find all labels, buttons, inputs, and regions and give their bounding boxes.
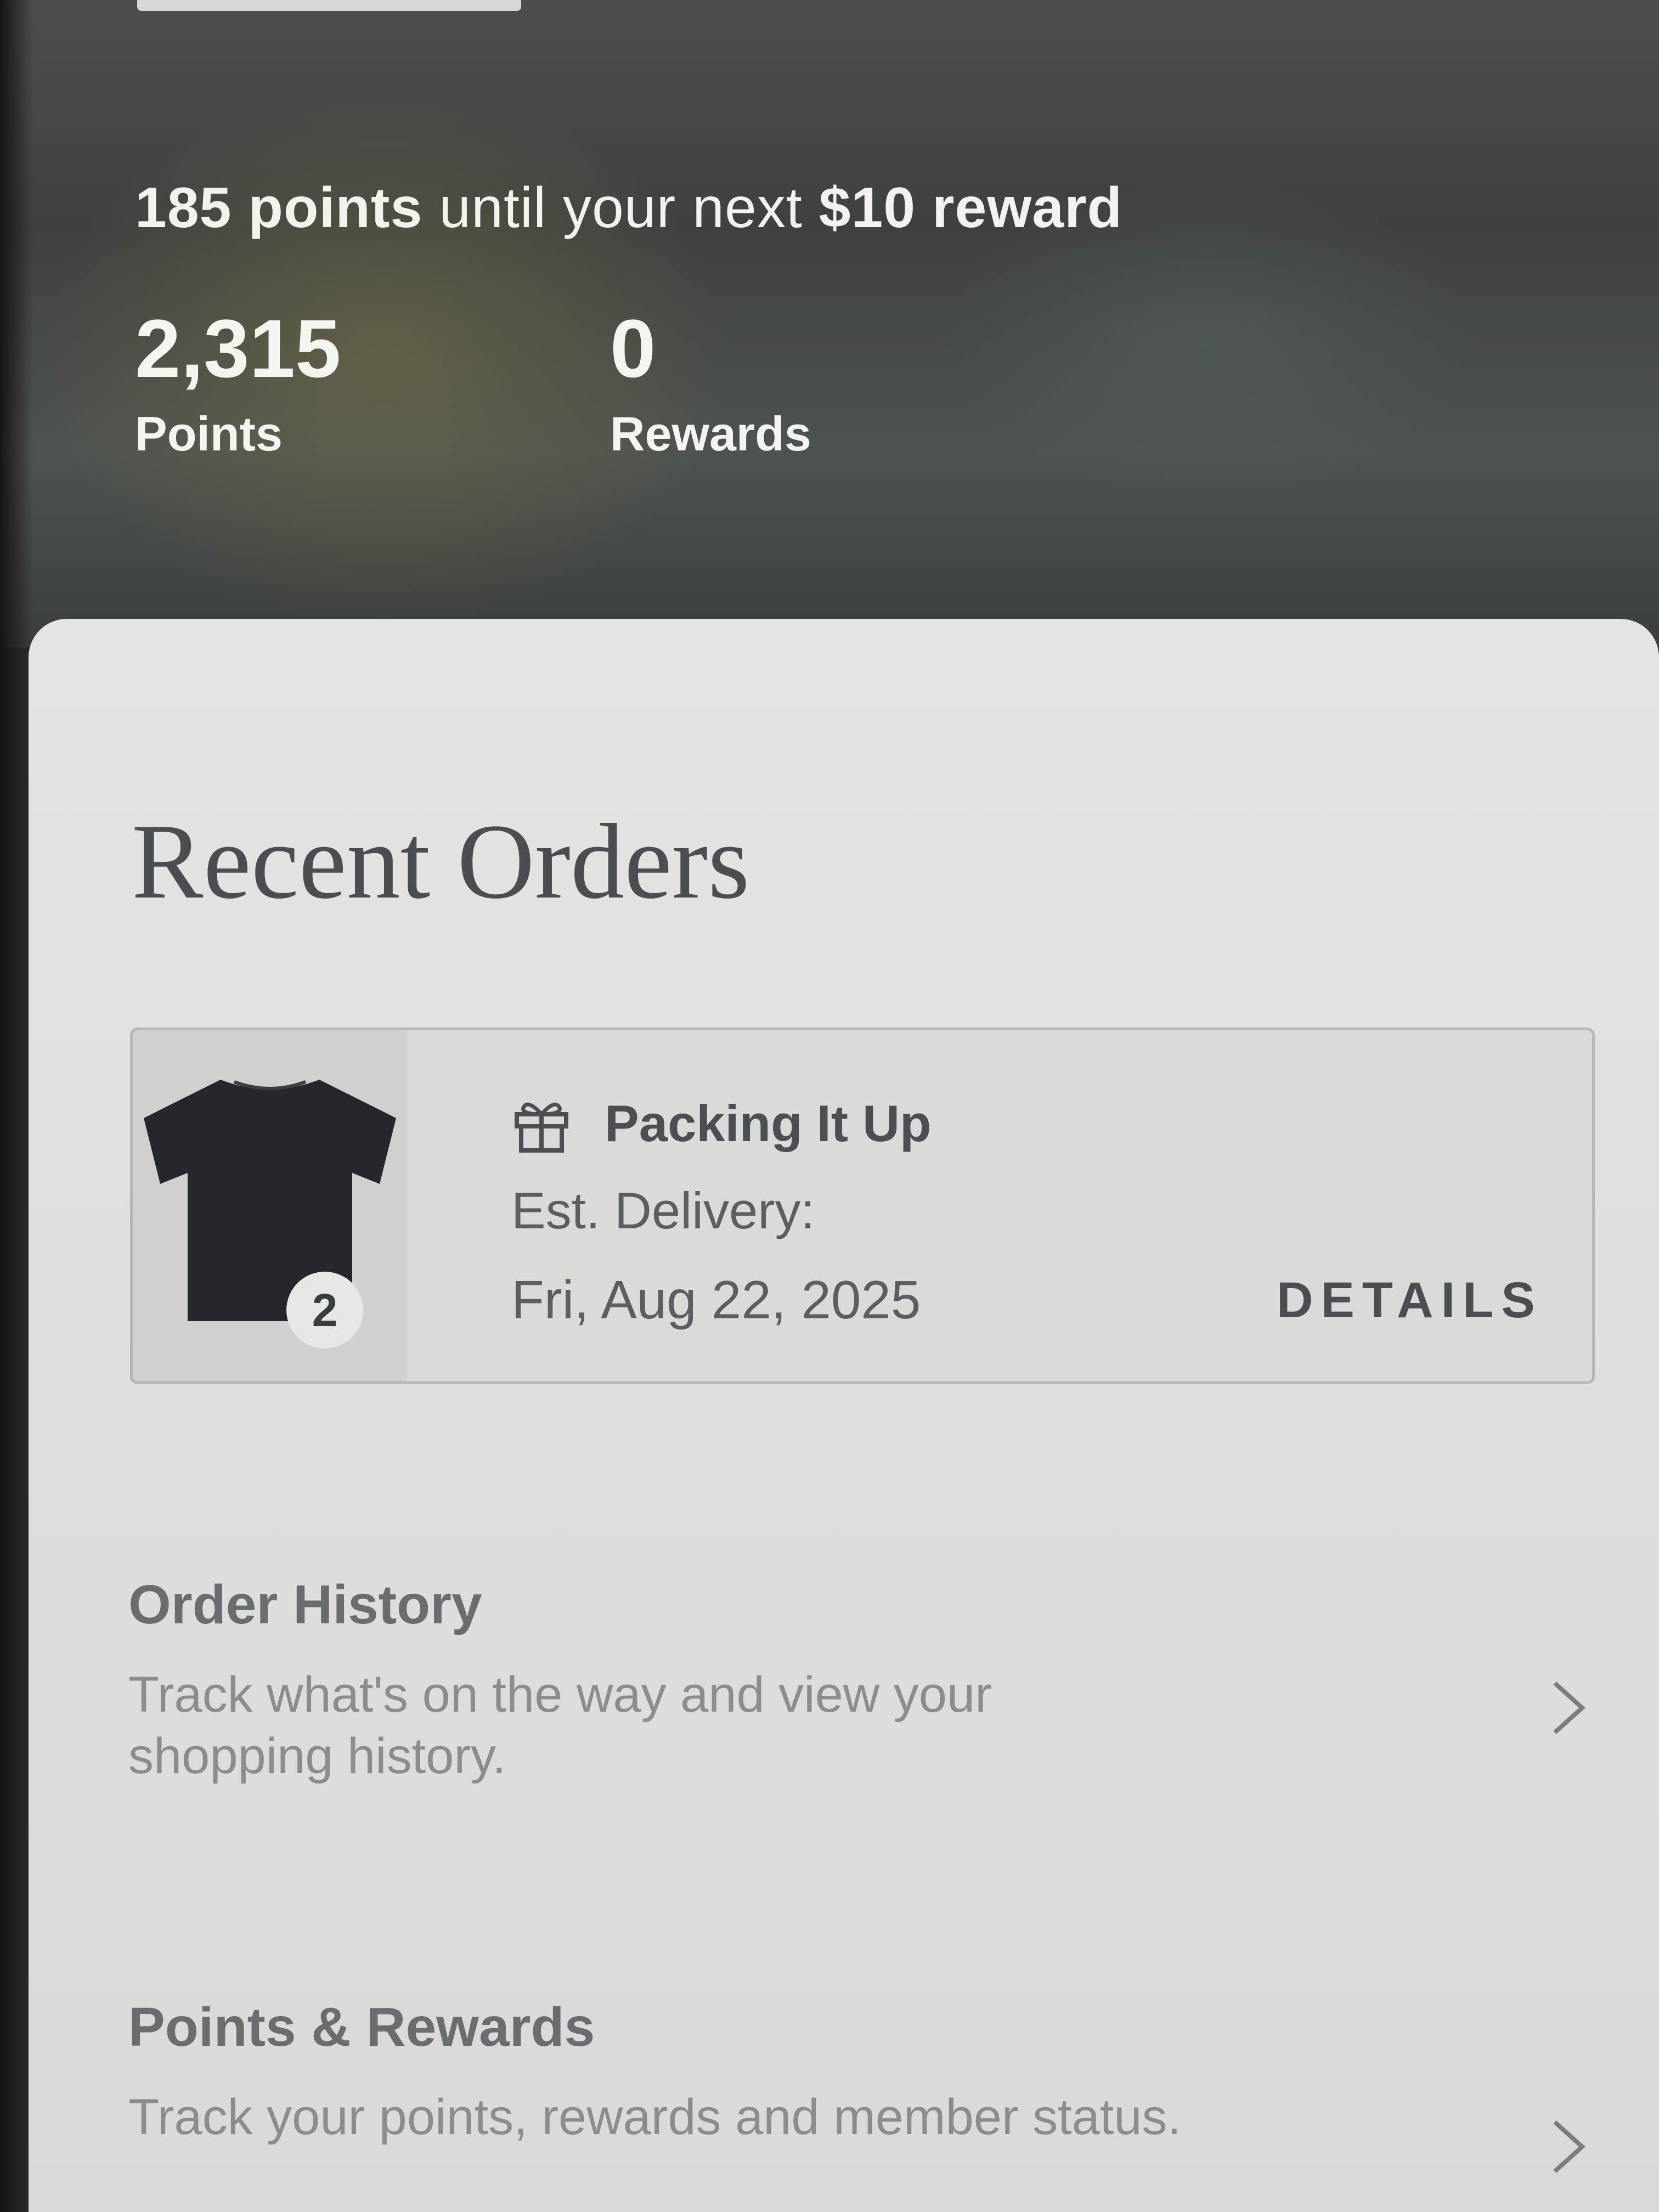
points-rewards-link[interactable]: Points & Rewards Track your points, rewa…	[128, 1996, 1621, 2173]
order-status: Packing It Up	[511, 1093, 931, 1154]
next-reward-message[interactable]: 185 points until your next $10 reward	[135, 176, 1122, 241]
order-card[interactable]: 2 Packing It Up Est. Delivery: Fri, Aug …	[130, 1028, 1595, 1384]
cutoff-heading	[137, 0, 521, 11]
chevron-right-icon	[1553, 1681, 1585, 1734]
order-status-text: Packing It Up	[605, 1094, 932, 1152]
reward-amount: $10 reward	[819, 176, 1123, 240]
account-sheet: Recent Orders 2 Packing It Up Est. Deliv…	[29, 619, 1659, 2212]
points-stat[interactable]: 2,315 Points	[135, 307, 341, 462]
points-label: Points	[135, 407, 283, 461]
points-rewards-title: Points & Rewards	[128, 1996, 595, 2058]
order-history-description: Track what's on the way and view your sh…	[128, 1667, 992, 1785]
screen-edge-shadow	[0, 0, 33, 2212]
rewards-stat[interactable]: 0 Rewards	[610, 307, 811, 462]
delivery-date: Fri, Aug 22, 2025	[511, 1269, 921, 1330]
reward-message-text: until your next	[422, 176, 819, 240]
item-count-badge: 2	[286, 1272, 363, 1348]
delivery-label: Est. Delivery:	[511, 1182, 815, 1239]
order-history-title: Order History	[128, 1574, 482, 1635]
order-history-link[interactable]: Order History Track what's on the way an…	[128, 1573, 1621, 1787]
points-needed: 185 points	[135, 176, 423, 240]
details-button[interactable]: DETAILS	[1277, 1272, 1543, 1329]
rewards-value: 0	[610, 302, 656, 394]
gift-box-icon	[515, 1102, 568, 1153]
recent-orders-title: Recent Orders	[132, 802, 750, 921]
rewards-label: Rewards	[610, 407, 811, 461]
chevron-right-icon	[1553, 2120, 1585, 2173]
points-rewards-description: Track your points, rewards and member st…	[128, 2089, 1182, 2145]
product-thumbnail: 2	[133, 1030, 407, 1381]
points-value: 2,315	[135, 302, 341, 394]
